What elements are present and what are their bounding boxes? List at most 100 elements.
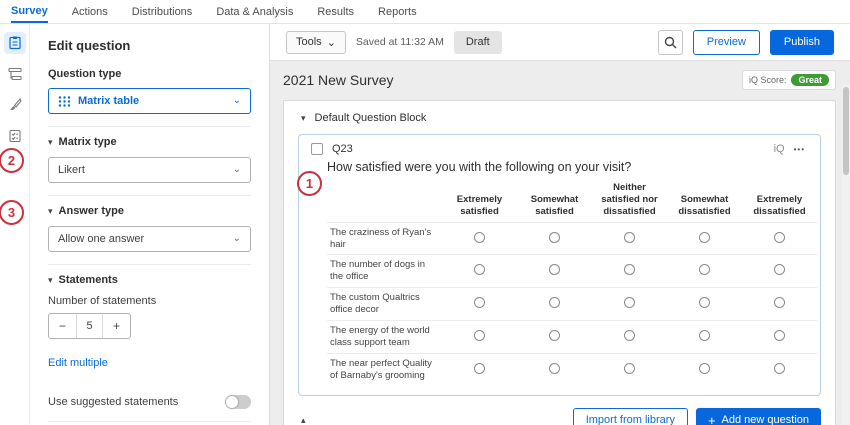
iq-score-badge: Great (791, 74, 829, 86)
question-id: Q23 (332, 143, 353, 155)
column-header: Extremely dissatisfied (742, 178, 817, 222)
vertical-scrollbar[interactable] (842, 85, 850, 425)
edit-multiple-link[interactable]: Edit multiple (48, 357, 108, 369)
draft-tab[interactable]: Draft (454, 31, 502, 54)
top-nav: Survey Actions Distributions Data & Anal… (0, 0, 850, 24)
nav-tab-data-analysis[interactable]: Data & Analysis (216, 0, 293, 23)
radio-button[interactable] (624, 363, 635, 374)
table-row: The craziness of Ryan's hair (327, 222, 817, 255)
statement-label[interactable]: The number of dogs in the office (327, 255, 442, 288)
statements-count-label: Number of statements (48, 295, 251, 307)
radio-button[interactable] (774, 232, 785, 243)
suggested-statements-toggle[interactable] (225, 395, 251, 409)
question-block: ▾ Default Question Block Q23 iQ ••• How … (283, 100, 836, 425)
nav-tab-actions[interactable]: Actions (72, 0, 108, 23)
radio-button[interactable] (474, 363, 485, 374)
question-text[interactable]: How satisfied were you with the followin… (327, 160, 808, 174)
matrix-table: Extremely satisfied Somewhat satisfied N… (327, 178, 817, 385)
radio-button[interactable] (549, 232, 560, 243)
column-header: Somewhat dissatisfied (667, 178, 742, 222)
survey-builder-icon[interactable] (4, 32, 26, 54)
tools-button[interactable]: Tools ⌄ (286, 31, 346, 54)
table-row: The near perfect Quality of Barnaby's gr… (327, 353, 817, 385)
radio-button[interactable] (699, 363, 710, 374)
editor-content: 2021 New Survey iQ Score: Great ▾ Defaul… (270, 61, 850, 425)
question-menu-icon[interactable]: ••• (794, 145, 805, 154)
statements-section-toggle[interactable]: ▾ Statements (48, 274, 251, 286)
question-checkbox[interactable] (311, 143, 323, 155)
radio-button[interactable] (474, 264, 485, 275)
chevron-down-icon: ⌄ (233, 234, 241, 244)
nav-tab-survey[interactable]: Survey (11, 0, 48, 23)
radio-button[interactable] (474, 330, 485, 341)
radio-button[interactable] (774, 330, 785, 341)
radio-button[interactable] (699, 264, 710, 275)
statement-label[interactable]: The craziness of Ryan's hair (327, 222, 442, 255)
statement-label[interactable]: The custom Qualtrics office decor (327, 288, 442, 321)
matrix-table-icon (58, 95, 71, 108)
radio-button[interactable] (699, 232, 710, 243)
question-type-select[interactable]: Matrix table ⌄ (48, 88, 251, 114)
answer-type-label: Answer type (59, 205, 124, 217)
statements-label: Statements (59, 274, 118, 286)
block-collapse-up-icon[interactable]: ▴ (301, 415, 306, 425)
suggested-statements-label: Use suggested statements (48, 396, 178, 408)
caret-down-icon: ▾ (48, 276, 53, 285)
question-card[interactable]: Q23 iQ ••• How satisfied were you with t… (298, 134, 821, 396)
nav-tab-results[interactable]: Results (317, 0, 354, 23)
radio-button[interactable] (474, 297, 485, 308)
panel-title: Edit question (48, 38, 251, 53)
radio-button[interactable] (774, 297, 785, 308)
survey-title: 2021 New Survey (283, 72, 394, 88)
statements-count-value: 5 (76, 314, 103, 338)
column-header: Neither satisfied nor dissatisfied (592, 178, 667, 222)
radio-button[interactable] (624, 232, 635, 243)
radio-button[interactable] (699, 330, 710, 341)
statement-label[interactable]: The near perfect Quality of Barnaby's gr… (327, 353, 442, 385)
iq-score-chip[interactable]: iQ Score: Great (742, 70, 836, 90)
radio-button[interactable] (549, 297, 560, 308)
column-header: Somewhat satisfied (517, 178, 592, 222)
search-button[interactable] (658, 30, 683, 55)
table-row: The custom Qualtrics office decor (327, 288, 817, 321)
app-window: Survey Actions Distributions Data & Anal… (0, 0, 850, 425)
answer-type-select[interactable]: Allow one answer ⌄ (48, 226, 251, 252)
radio-button[interactable] (624, 330, 635, 341)
radio-button[interactable] (774, 264, 785, 275)
radio-button[interactable] (774, 363, 785, 374)
add-new-question-button[interactable]: + Add new question (696, 408, 821, 425)
survey-flow-icon[interactable] (4, 63, 26, 85)
question-type-value: Matrix table (78, 95, 233, 107)
radio-button[interactable] (549, 330, 560, 341)
survey-options-icon[interactable] (4, 125, 26, 147)
radio-button[interactable] (624, 297, 635, 308)
tools-button-label: Tools (296, 36, 322, 48)
matrix-type-select[interactable]: Likert ⌄ (48, 157, 251, 183)
import-from-library-button[interactable]: Import from library (573, 408, 688, 425)
decrement-button[interactable]: − (49, 314, 76, 338)
question-iq-button[interactable]: iQ (774, 143, 785, 155)
radio-button[interactable] (474, 232, 485, 243)
editor-toolbar: Tools ⌄ Saved at 11:32 AM Draft Preview … (270, 24, 850, 61)
matrix-type-value: Likert (58, 164, 233, 176)
radio-button[interactable] (699, 297, 710, 308)
publish-button[interactable]: Publish (770, 30, 834, 55)
caret-down-icon: ▾ (48, 138, 53, 147)
block-collapse-icon[interactable]: ▾ (301, 114, 306, 123)
radio-button[interactable] (549, 264, 560, 275)
answer-type-value: Allow one answer (58, 233, 233, 245)
radio-button[interactable] (624, 264, 635, 275)
iq-score-label: iQ Score: (749, 75, 787, 85)
scrollbar-thumb[interactable] (843, 87, 849, 175)
answer-type-section-toggle[interactable]: ▾ Answer type (48, 205, 251, 217)
increment-button[interactable]: + (103, 314, 130, 338)
radio-button[interactable] (549, 363, 560, 374)
nav-tab-reports[interactable]: Reports (378, 0, 417, 23)
chevron-down-icon: ⌄ (233, 165, 241, 175)
question-type-label: Question type (48, 68, 251, 80)
nav-tab-distributions[interactable]: Distributions (132, 0, 193, 23)
look-and-feel-icon[interactable] (4, 94, 26, 116)
matrix-type-section-toggle[interactable]: ▾ Matrix type (48, 136, 251, 148)
statement-label[interactable]: The energy of the world class support te… (327, 320, 442, 353)
preview-button[interactable]: Preview (693, 30, 760, 55)
